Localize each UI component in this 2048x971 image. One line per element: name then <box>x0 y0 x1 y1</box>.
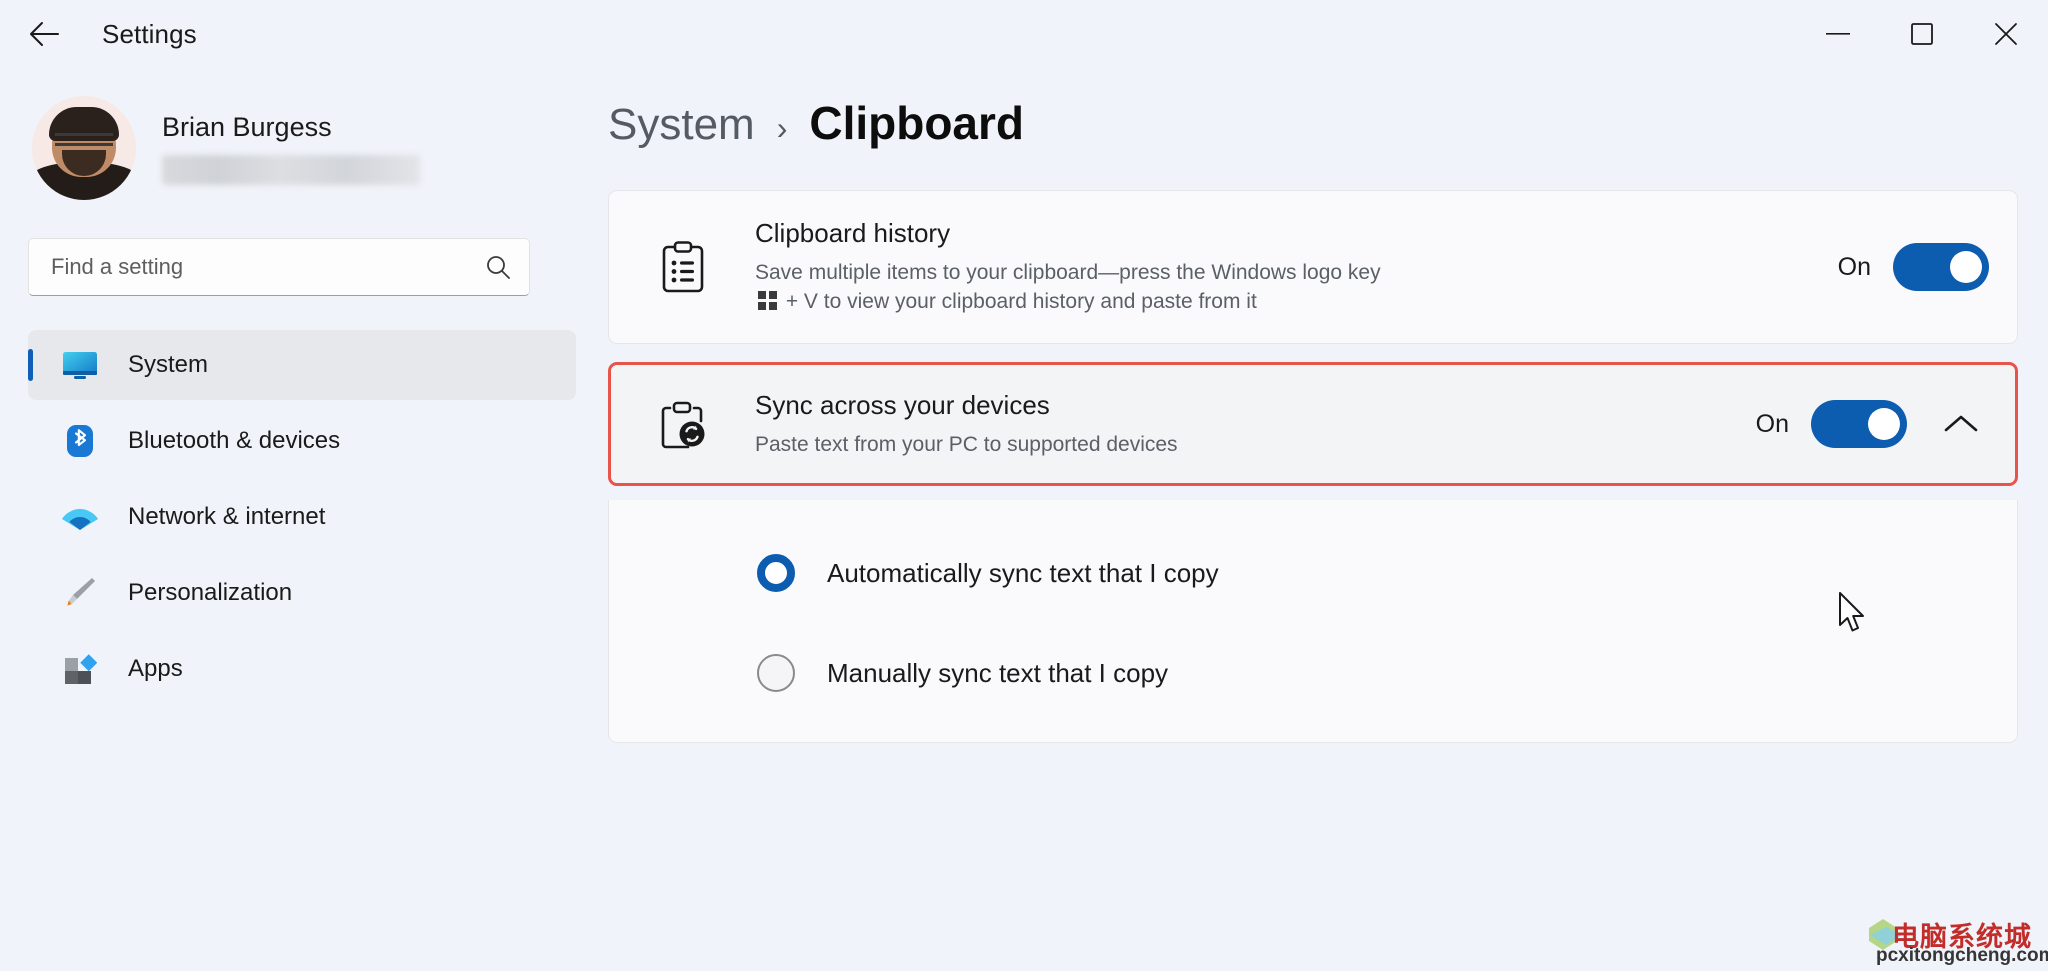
radio-option-manual[interactable]: Manually sync text that I copy <box>757 644 2017 702</box>
radio-label: Manually sync text that I copy <box>827 657 1169 688</box>
search-input[interactable] <box>51 254 485 280</box>
sidebar: Brian Burgess Find a setting System Blue… <box>0 68 604 971</box>
paintbrush-icon <box>60 573 100 613</box>
setting-card-sync-across-devices[interactable]: Sync across your devices Paste text from… <box>608 362 2018 487</box>
minimize-button[interactable] <box>1796 0 1880 68</box>
clipboard-list-icon <box>655 241 711 293</box>
toggle-state-label: On <box>1755 409 1789 438</box>
card-description: Save multiple items to your clipboard—pr… <box>755 258 1395 318</box>
radio-label: Automatically sync text that I copy <box>827 557 1219 588</box>
window-controls <box>1796 0 2048 68</box>
wifi-icon <box>60 497 100 537</box>
sidebar-item-label: System <box>128 351 209 378</box>
toggle-state-label: On <box>1837 252 1871 281</box>
avatar <box>32 96 136 200</box>
sidebar-item-label: Bluetooth & devices <box>128 427 341 454</box>
toggle-knob <box>1950 251 1982 284</box>
sync-options-panel: Automatically sync text that I copy Manu… <box>608 500 2018 744</box>
apps-icon <box>60 649 100 689</box>
breadcrumb-parent[interactable]: System <box>608 100 755 150</box>
profile-text: Brian Burgess <box>162 112 420 185</box>
card-title: Sync across your devices <box>755 390 1050 421</box>
card-text: Sync across your devices Paste text from… <box>755 389 1728 459</box>
search-box[interactable] <box>28 238 530 296</box>
maximize-icon <box>1911 23 1933 45</box>
clipboard-history-toggle[interactable] <box>1893 243 1989 292</box>
clipboard-sync-icon <box>655 398 711 450</box>
page-title: Clipboard <box>809 97 1025 149</box>
sidebar-item-label: Personalization <box>128 579 293 606</box>
sidebar-item-apps[interactable]: Apps <box>28 634 576 704</box>
card-controls: On <box>1837 243 1989 292</box>
profile-email-redacted <box>162 154 420 185</box>
search-icon[interactable] <box>485 254 511 280</box>
settings-cards: Clipboard history Save multiple items to… <box>604 190 2018 744</box>
site-watermark: 电脑系统城 pcxitongcheng.com <box>1856 911 2048 969</box>
card-text: Clipboard history Save multiple items to… <box>755 217 1810 317</box>
monitor-icon <box>60 345 100 385</box>
window-body: Brian Burgess Find a setting System Blue… <box>0 68 2048 971</box>
card-description-part2: + V to view your clipboard history and p… <box>780 290 1257 314</box>
user-profile[interactable]: Brian Burgess <box>28 96 576 200</box>
search-wrapper <box>28 238 576 296</box>
sidebar-item-label: Apps <box>128 655 183 682</box>
radio-button[interactable] <box>757 654 795 693</box>
main-content: System › Clipboard Clipboard history Sav… <box>604 68 2048 971</box>
settings-window: Settings Brian Burgess Find a setting Sy… <box>0 0 2048 971</box>
sidebar-nav: System Bluetooth & devices Network & int… <box>28 330 576 704</box>
card-title: Clipboard history <box>755 218 951 248</box>
chevron-right-icon: › <box>776 110 788 146</box>
setting-card-clipboard-history[interactable]: Clipboard history Save multiple items to… <box>608 190 2018 345</box>
sidebar-item-personalization[interactable]: Personalization <box>28 558 576 628</box>
sidebar-item-system[interactable]: System <box>28 330 576 400</box>
bluetooth-icon <box>60 421 100 461</box>
breadcrumb: System › Clipboard <box>604 96 2018 150</box>
back-arrow-icon <box>30 22 59 46</box>
profile-name: Brian Burgess <box>162 111 332 142</box>
sidebar-item-bluetooth-devices[interactable]: Bluetooth & devices <box>28 406 576 476</box>
card-description-part1: Save multiple items to your clipboard—pr… <box>755 260 1381 284</box>
watermark-en-text: pcxitongcheng.com <box>1876 945 2048 966</box>
close-button[interactable] <box>1964 0 2048 68</box>
card-controls: On <box>1756 396 1989 452</box>
window-title: Settings <box>102 18 197 49</box>
close-icon <box>1995 23 2017 45</box>
sidebar-item-network-internet[interactable]: Network & internet <box>28 482 576 552</box>
sync-across-devices-toggle[interactable] <box>1811 400 1907 449</box>
back-button[interactable] <box>18 8 70 60</box>
sidebar-item-label: Network & internet <box>128 503 326 530</box>
title-bar: Settings <box>0 0 2048 68</box>
chevron-up-icon <box>1944 415 1978 432</box>
windows-logo-key-icon <box>758 291 777 311</box>
toggle-knob <box>1868 408 1900 441</box>
radio-option-automatic[interactable]: Automatically sync text that I copy <box>757 544 2017 602</box>
expand-collapse-button[interactable] <box>1933 396 1989 452</box>
card-description: Paste text from your PC to supported dev… <box>755 432 1178 456</box>
radio-button[interactable] <box>757 554 795 593</box>
maximize-button[interactable] <box>1880 0 1964 68</box>
minimize-icon <box>1826 33 1850 35</box>
